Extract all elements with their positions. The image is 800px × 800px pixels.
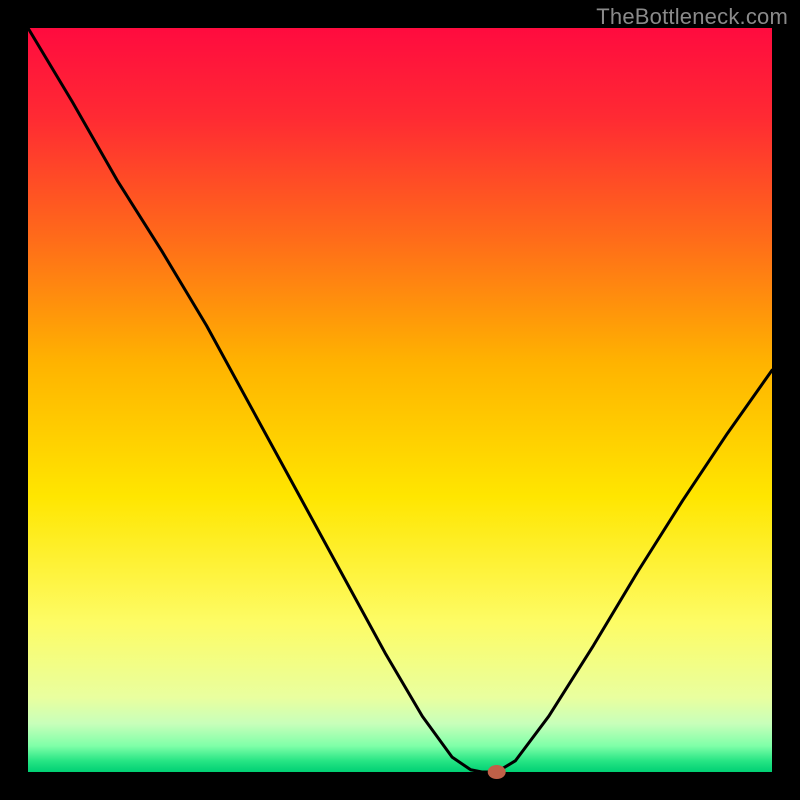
optimal-point-marker bbox=[488, 765, 506, 779]
chart-container: TheBottleneck.com bbox=[0, 0, 800, 800]
bottleneck-curve-chart bbox=[0, 0, 800, 800]
watermark-label: TheBottleneck.com bbox=[596, 4, 788, 30]
plot-background bbox=[28, 28, 772, 772]
